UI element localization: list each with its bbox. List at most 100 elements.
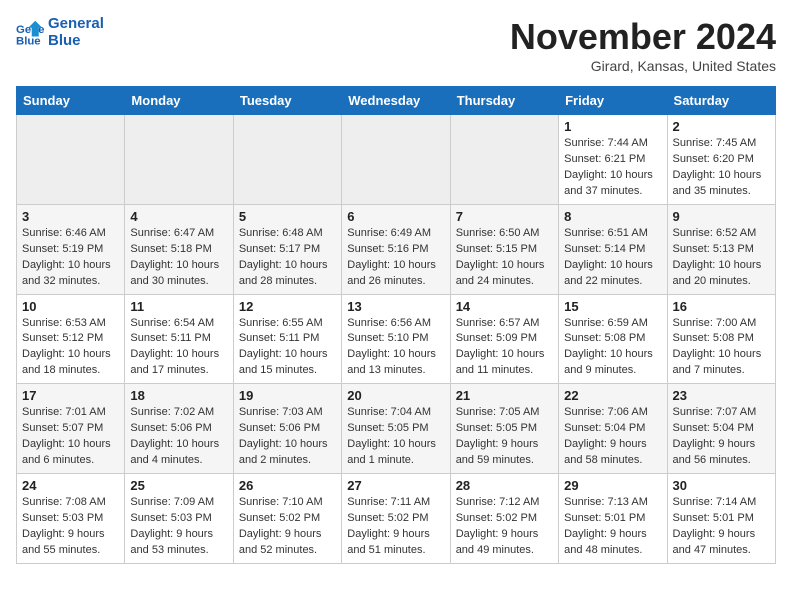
daylight: Daylight: 10 hours and 17 minutes. [130,348,219,376]
day-number: 27 [347,478,444,493]
sunset: Sunset: 5:03 PM [130,512,211,524]
page-header: General Blue General Blue November 2024 … [16,16,776,74]
sunrise: Sunrise: 7:07 AM [673,406,757,418]
cell-info: Sunrise: 7:06 AMSunset: 5:04 PMDaylight:… [564,405,661,469]
day-cell: 9Sunrise: 6:52 AMSunset: 5:13 PMDaylight… [667,204,775,294]
sunset: Sunset: 5:14 PM [564,243,645,255]
day-number: 7 [456,209,553,224]
cell-info: Sunrise: 6:56 AMSunset: 5:10 PMDaylight:… [347,316,444,380]
sunrise: Sunrise: 6:54 AM [130,317,214,329]
day-cell [450,115,558,205]
day-number: 14 [456,299,553,314]
daylight: Daylight: 9 hours and 51 minutes. [347,528,430,556]
sunset: Sunset: 5:02 PM [456,512,537,524]
sunset: Sunset: 5:08 PM [564,332,645,344]
sunset: Sunset: 5:16 PM [347,243,428,255]
header-cell-wednesday: Wednesday [342,87,450,115]
sunrise: Sunrise: 7:05 AM [456,406,540,418]
daylight: Daylight: 10 hours and 9 minutes. [564,348,653,376]
calendar-body: 1Sunrise: 7:44 AMSunset: 6:21 PMDaylight… [17,115,776,564]
sunrise: Sunrise: 7:02 AM [130,406,214,418]
week-row-3: 10Sunrise: 6:53 AMSunset: 5:12 PMDayligh… [17,294,776,384]
week-row-5: 24Sunrise: 7:08 AMSunset: 5:03 PMDayligh… [17,474,776,564]
day-number: 28 [456,478,553,493]
day-cell: 20 Sunrise: 7:04 AMSunset: 5:05 PMDayligh… [342,384,450,474]
daylight: Daylight: 9 hours and 53 minutes. [130,528,213,556]
day-cell: 15Sunrise: 6:59 AMSunset: 5:08 PMDayligh… [559,294,667,384]
daylight: Daylight: 10 hours and 11 minutes. [456,348,545,376]
day-number: 12 [239,299,336,314]
sunset: Sunset: 5:11 PM [130,332,211,344]
day-cell: 12Sunrise: 6:55 AMSunset: 5:11 PMDayligh… [233,294,341,384]
sunrise: Sunrise: 6:56 AM [347,317,431,329]
day-number: 30 [673,478,770,493]
sunrise: Sunrise: 7:06 AM [564,406,648,418]
day-number: 25 [130,478,227,493]
day-number: 8 [564,209,661,224]
cell-info: Sunrise: 7:09 AM Sunset: 5:03 PM Daylight:… [130,495,227,559]
sunrise: Sunrise: 7:01 AM [22,406,106,418]
daylight: Daylight: 9 hours and 47 minutes. [673,528,756,556]
daylight: Daylight: 10 hours and 24 minutes. [456,259,545,287]
day-cell: 17 Sunrise: 7:01 AMSunset: 5:07 PMDayligh… [17,384,125,474]
day-number: 16 [673,299,770,314]
cell-info: Sunrise: 6:49 AMSunset: 5:16 PMDaylight:… [347,226,444,290]
daylight: Daylight: 10 hours and 28 minutes. [239,259,328,287]
cell-info: Sunrise: 6:53 AMSunset: 5:12 PMDaylight:… [22,316,119,380]
sunset: Sunset: 5:10 PM [347,332,428,344]
day-cell: 21Sunrise: 7:05 AMSunset: 5:05 PMDayligh… [450,384,558,474]
daylight: Daylight: 10 hours and 26 minutes. [347,259,436,287]
sunrise: Sunrise: 6:53 AM [22,317,106,329]
daylight: Daylight: 10 hours and 6 minutes. [22,438,111,466]
day-number: 2 [673,119,770,134]
daylight: Daylight: 10 hours and 7 minutes. [673,348,762,376]
day-cell: 18Sunrise: 7:02 AMSunset: 5:06 PMDayligh… [125,384,233,474]
location: Girard, Kansas, United States [510,58,776,74]
cell-info: Sunrise: 7:03 AMSunset: 5:06 PMDaylight:… [239,405,336,469]
title-block: November 2024 Girard, Kansas, United Sta… [510,16,776,74]
day-cell [125,115,233,205]
cell-info: Sunrise: 6:48 AMSunset: 5:17 PMDaylight:… [239,226,336,290]
daylight: Daylight: 10 hours and 37 minutes. [564,169,653,197]
sunset: Sunset: 5:02 PM [239,512,320,524]
sunset: Sunset: 5:18 PM [130,243,211,255]
sunrise: Sunrise: 6:46 AM [22,227,106,239]
sunset: Sunset: 5:15 PM [456,243,537,255]
daylight: Daylight: 10 hours and 30 minutes. [130,259,219,287]
day-number: 17 [22,388,119,403]
sunset: Sunset: 5:01 PM [673,512,754,524]
cell-info: Sunrise: 7:10 AMSunset: 5:02 PMDaylight:… [239,495,336,559]
sunset: Sunset: 6:20 PM [673,153,754,165]
sunrise: Sunrise: 6:50 AM [456,227,540,239]
header-row: SundayMondayTuesdayWednesdayThursdayFrid… [17,87,776,115]
day-cell [233,115,341,205]
day-number: 18 [130,388,227,403]
day-number: 20 [347,388,444,403]
daylight: Daylight: 10 hours and 35 minutes. [673,169,762,197]
daylight: Daylight: 9 hours and 52 minutes. [239,528,322,556]
day-cell: 28Sunrise: 7:12 AMSunset: 5:02 PMDayligh… [450,474,558,564]
cell-info: Sunrise: 7:01 AMSunset: 5:07 PMDaylight:… [22,405,119,469]
sunset: Sunset: 5:11 PM [239,332,320,344]
daylight: Daylight: 9 hours and 49 minutes. [456,528,539,556]
sunrise: Sunrise: 6:57 AM [456,317,540,329]
daylight: Daylight: 10 hours and 4 minutes. [130,438,219,466]
sunrise: Sunrise: 6:48 AM [239,227,323,239]
daylight: Daylight: 10 hours and 15 minutes. [239,348,328,376]
daylight: Daylight: 9 hours and 55 minutes. [22,528,105,556]
daylight: Daylight: 9 hours and 56 minutes. [673,438,756,466]
sunrise: Sunrise: 6:47 AM [130,227,214,239]
day-cell: 4Sunrise: 6:47 AMSunset: 5:18 PMDaylight… [125,204,233,294]
calendar-header: SundayMondayTuesdayWednesdayThursdayFrid… [17,87,776,115]
day-number: 23 [673,388,770,403]
cell-info: Sunrise: 6:52 AMSunset: 5:13 PMDaylight:… [673,226,770,290]
cell-info: Sunrise: 7:04 AMSunset: 5:05 PMDaylight:… [347,405,444,469]
sunrise: Sunrise: 7:09 AM [130,496,214,508]
sunrise: Sunrise: 7:11 AM [347,496,430,508]
sunrise: Sunrise: 6:59 AM [564,317,648,329]
header-cell-saturday: Saturday [667,87,775,115]
header-cell-thursday: Thursday [450,87,558,115]
sunset: Sunset: 5:01 PM [564,512,645,524]
day-cell: 8Sunrise: 6:51 AMSunset: 5:14 PMDaylight… [559,204,667,294]
logo-icon: General Blue [16,19,44,47]
